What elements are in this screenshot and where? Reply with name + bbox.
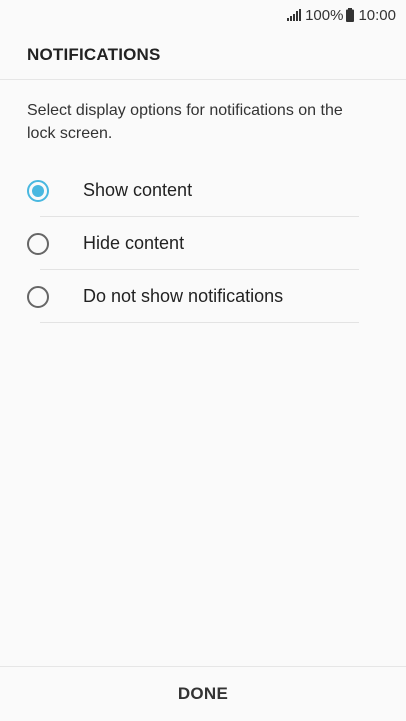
option-hide-content[interactable]: Hide content xyxy=(0,217,406,270)
divider xyxy=(40,322,359,323)
battery-icon xyxy=(346,8,355,22)
done-button[interactable]: DONE xyxy=(158,676,248,712)
option-do-not-show[interactable]: Do not show notifications xyxy=(0,270,406,323)
header: NOTIFICATIONS xyxy=(0,30,406,80)
radio-hide-content[interactable] xyxy=(27,232,49,255)
battery-level: 100% xyxy=(305,6,344,24)
clock: 10:00 xyxy=(358,6,396,24)
status-bar: 100% 10:00 xyxy=(0,0,406,30)
option-label: Show content xyxy=(83,180,193,200)
page-title: NOTIFICATIONS xyxy=(27,44,161,64)
radio-show-content[interactable] xyxy=(27,179,49,202)
option-label: Hide content xyxy=(83,233,185,253)
notification-options: Show content Hide content Do not show no… xyxy=(0,164,406,323)
bottom-bar: DONE xyxy=(0,666,406,721)
description-text: Select display options for notifications… xyxy=(27,102,343,142)
option-show-content[interactable]: Show content xyxy=(0,164,406,217)
notifications-screen: 100% 10:00 NOTIFICATIONS Select display … xyxy=(0,0,406,721)
signal-icon xyxy=(287,9,302,21)
option-label: Do not show notifications xyxy=(83,286,284,306)
radio-do-not-show[interactable] xyxy=(27,285,49,308)
